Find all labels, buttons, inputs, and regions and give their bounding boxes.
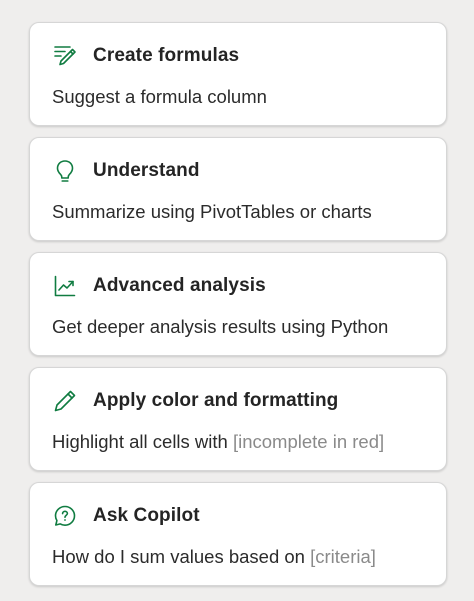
copilot-suggestions-panel: Create formulas Suggest a formula column… [0,0,474,601]
card-description: Suggest a formula column [52,86,267,107]
card-description: Summarize using PivotTables or charts [52,201,372,222]
suggestion-card-advanced-analysis[interactable]: Advanced analysis Get deeper analysis re… [29,252,447,356]
suggestion-card-create-formulas[interactable]: Create formulas Suggest a formula column [29,22,447,126]
question-chat-icon [52,503,78,529]
suggestion-card-understand[interactable]: Understand Summarize using PivotTables o… [29,137,447,241]
placeholder-text: [criteria] [310,546,376,567]
formula-pencil-icon [52,43,78,69]
lightbulb-icon [52,158,78,184]
card-title: Ask Copilot [93,505,200,526]
card-description: Get deeper analysis results using Python [52,316,389,337]
placeholder-text: [incomplete in red] [232,431,385,452]
suggestion-card-apply-color-and-formatting[interactable]: Apply color and formatting Highlight all… [29,367,447,471]
suggestion-card-ask-copilot[interactable]: Ask Copilot How do I sum values based on… [29,482,447,586]
pencil-icon [52,388,78,414]
trend-chart-icon [52,273,78,299]
card-title: Understand [93,160,200,181]
card-description: Highlight all cells with [incomplete in … [52,431,385,452]
card-title: Create formulas [93,45,240,66]
card-title: Apply color and formatting [93,390,339,411]
card-title: Advanced analysis [93,275,266,296]
card-description: How do I sum values based on [criteria] [52,546,376,567]
